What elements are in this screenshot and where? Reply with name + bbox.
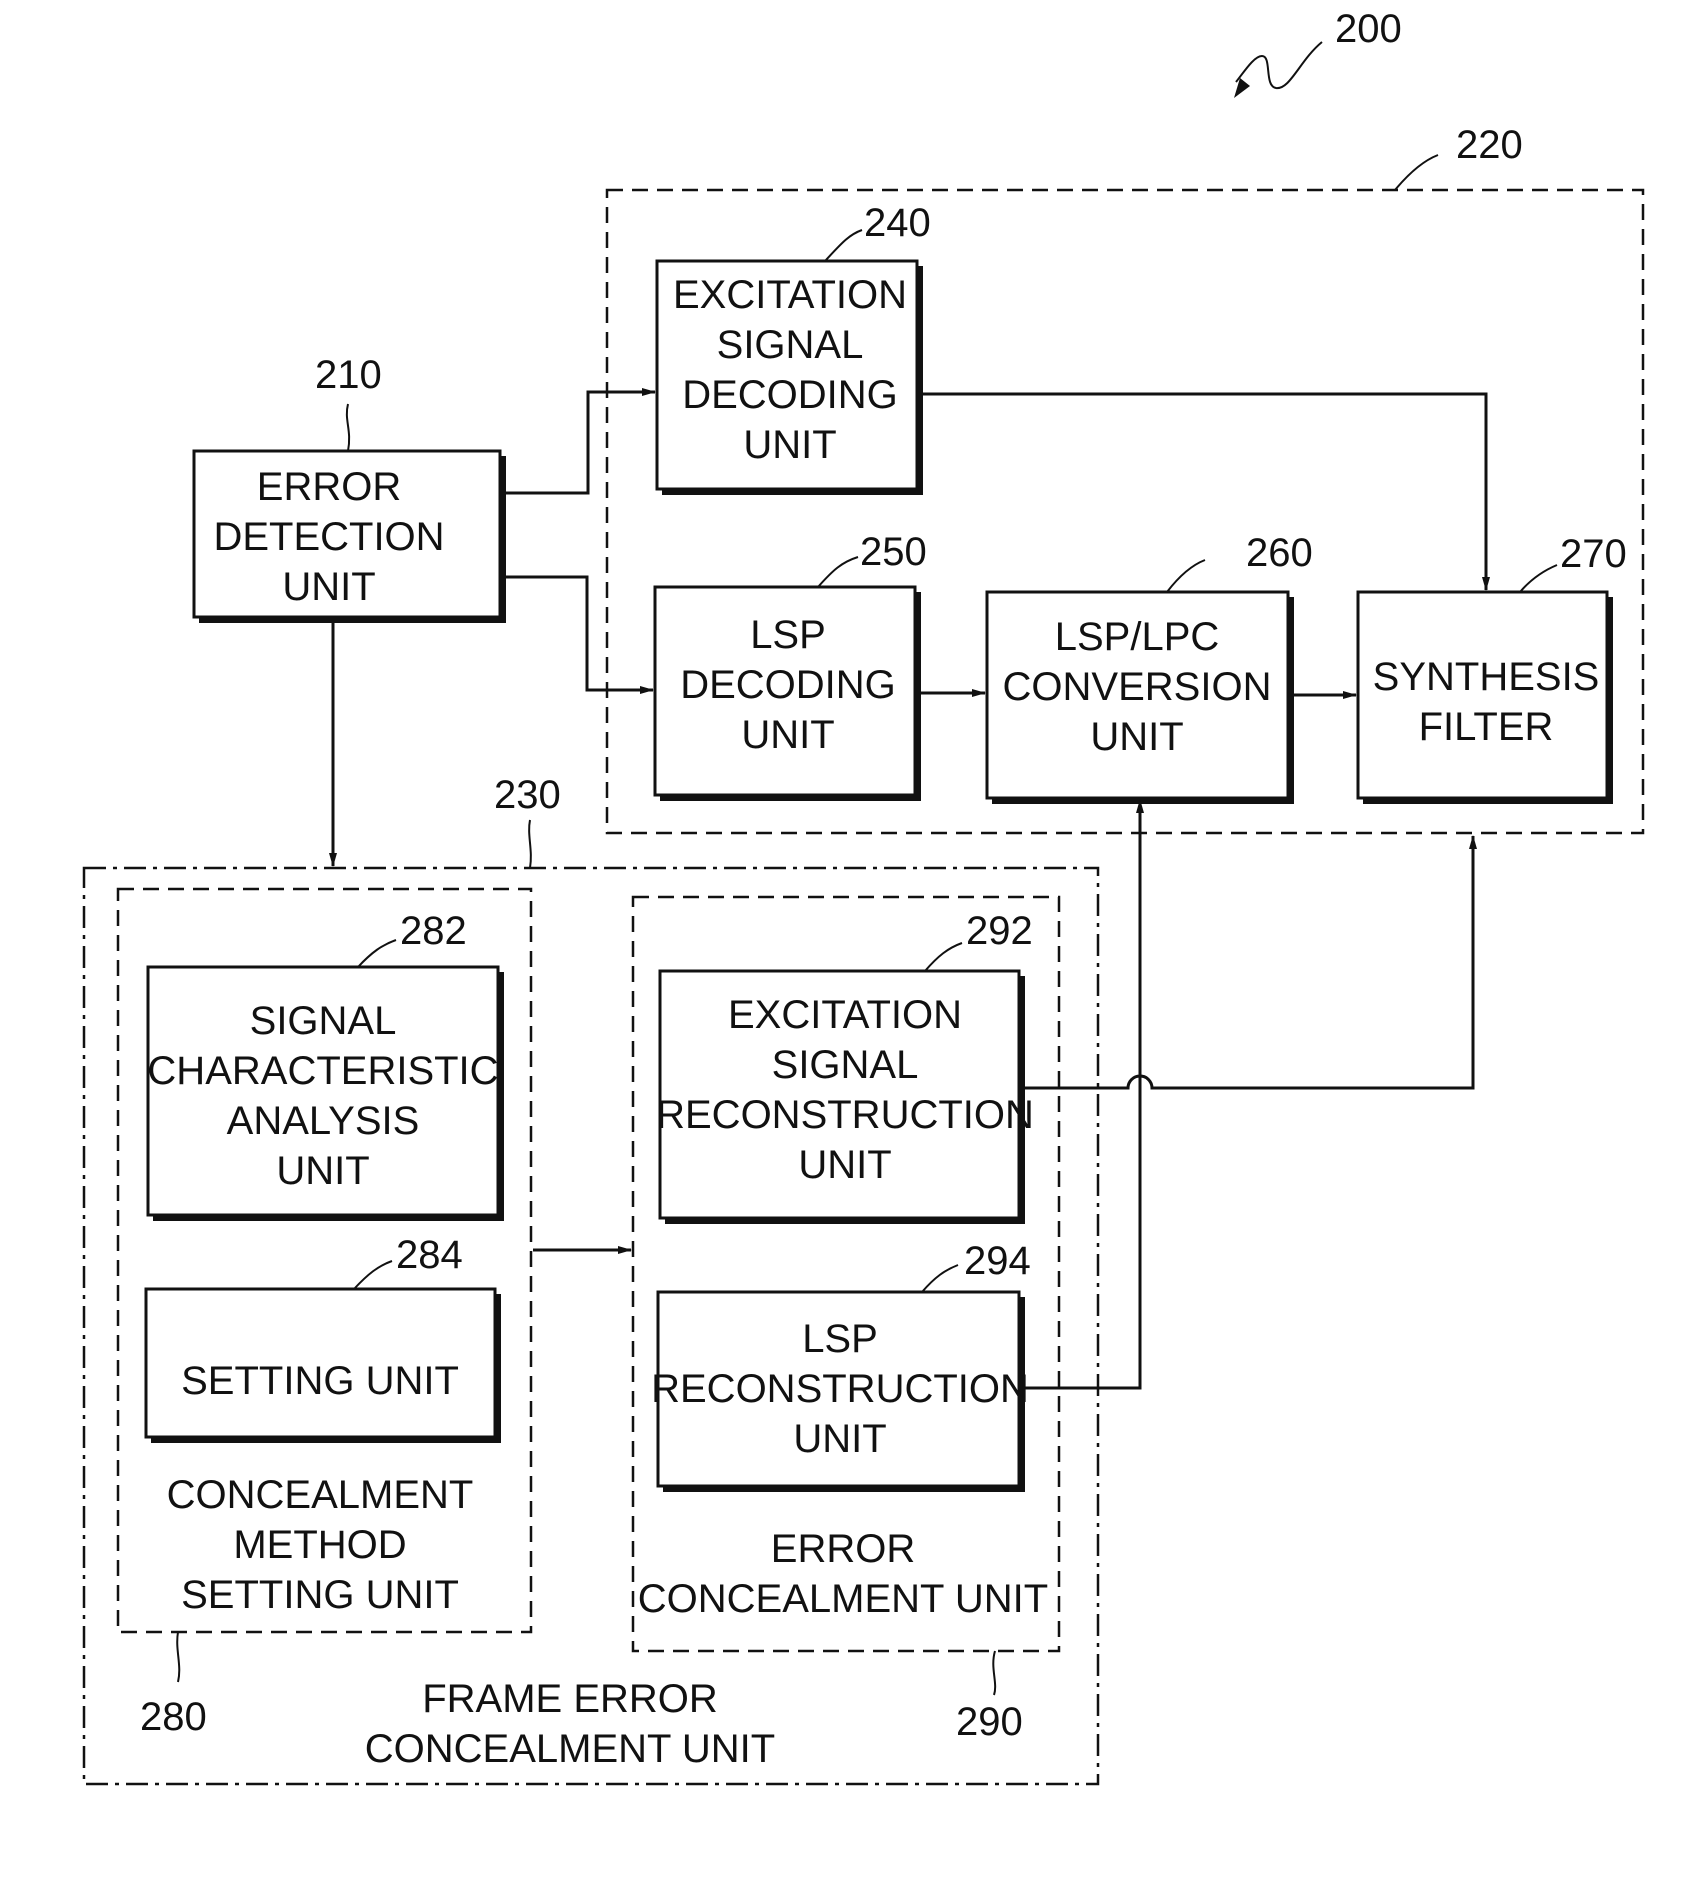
- error-detection-label-2: DETECTION: [213, 515, 444, 559]
- lsp-reconstruction-label-3: UNIT: [793, 1417, 886, 1461]
- lsp-lpc-conversion-label-1: LSP/LPC: [1055, 615, 1220, 659]
- block-error-detection-210: ERROR DETECTION UNIT 210: [192, 353, 506, 623]
- setting-label: SETTING UNIT: [181, 1359, 459, 1403]
- connector-292-to-270: [1024, 835, 1477, 1090]
- ref-260: 260: [1246, 531, 1313, 575]
- connector-294-to-260: [1024, 799, 1144, 1390]
- excitation-decoding-label-3: DECODING: [682, 373, 898, 417]
- ref-284: 284: [396, 1233, 463, 1277]
- lsp-reconstruction-label-1: LSP: [802, 1317, 878, 1361]
- ref-292: 292: [966, 909, 1033, 953]
- error-detection-label-1: ERROR: [257, 465, 401, 509]
- ref-220: 220: [1456, 123, 1523, 167]
- ref-240: 240: [864, 201, 931, 245]
- lsp-decoding-label-2: DECODING: [680, 663, 896, 707]
- lsp-lpc-conversion-label-2: CONVERSION: [1003, 665, 1272, 709]
- ref-294: 294: [964, 1239, 1031, 1283]
- ref-210: 210: [315, 353, 382, 397]
- concealment-method-label-2: METHOD: [233, 1523, 406, 1567]
- block-excitation-decoding-240: EXCITATION SIGNAL DECODING UNIT 240: [655, 201, 931, 495]
- block-diagram: 200 220 230 FRAME ERROR CONCEALMENT UNIT…: [82, 7, 1645, 1786]
- block-lsp-decoding-250: LSP DECODING UNIT 250: [653, 530, 927, 801]
- signal-characteristic-label-1: SIGNAL: [250, 999, 397, 1043]
- excitation-decoding-label-1: EXCITATION: [673, 273, 907, 317]
- block-signal-characteristic-analysis-282: SIGNAL CHARACTERISTIC ANALYSIS UNIT 282: [146, 909, 504, 1221]
- ref-280: 280: [140, 1695, 207, 1739]
- lsp-decoding-label-1: LSP: [750, 613, 826, 657]
- excitation-reconstruction-label-4: UNIT: [798, 1143, 891, 1187]
- error-detection-label-3: UNIT: [282, 565, 375, 609]
- block-lsp-lpc-conversion-260: LSP/LPC CONVERSION UNIT 260: [985, 531, 1313, 804]
- figure-ref-200: 200: [1234, 7, 1402, 98]
- concealment-method-label-1: CONCEALMENT: [167, 1473, 474, 1517]
- excitation-decoding-label-4: UNIT: [743, 423, 836, 467]
- signal-characteristic-label-3: ANALYSIS: [227, 1099, 420, 1143]
- connector-210-to-240: [503, 388, 656, 495]
- ref-282: 282: [400, 909, 467, 953]
- excitation-reconstruction-label-1: EXCITATION: [728, 993, 962, 1037]
- excitation-reconstruction-label-2: SIGNAL: [772, 1043, 919, 1087]
- error-concealment-label-2: CONCEALMENT UNIT: [638, 1577, 1048, 1621]
- lsp-decoding-label-3: UNIT: [741, 713, 834, 757]
- lsp-lpc-conversion-label-3: UNIT: [1090, 715, 1183, 759]
- frame-error-concealment-label-1: FRAME ERROR: [422, 1677, 718, 1721]
- ref-230: 230: [494, 773, 561, 817]
- block-synthesis-filter-270: SYNTHESIS FILTER 270: [1356, 532, 1627, 804]
- synthesis-filter-label-1: SYNTHESIS: [1373, 655, 1600, 699]
- signal-characteristic-label-4: UNIT: [276, 1149, 369, 1193]
- block-setting-284: SETTING UNIT 284: [144, 1233, 501, 1443]
- frame-error-concealment-label-2: CONCEALMENT UNIT: [365, 1727, 775, 1771]
- ref-270: 270: [1560, 532, 1627, 576]
- figure-ref-label: 200: [1335, 7, 1402, 51]
- block-lsp-reconstruction-294: LSP RECONSTRUCTION UNIT 294: [651, 1239, 1031, 1492]
- block-excitation-reconstruction-292: EXCITATION SIGNAL RECONSTRUCTION UNIT 29…: [656, 909, 1034, 1224]
- ref-250: 250: [860, 530, 927, 574]
- signal-characteristic-label-2: CHARACTERISTIC: [147, 1049, 498, 1093]
- connector-210-to-250: [503, 575, 654, 694]
- ref-290: 290: [956, 1700, 1023, 1744]
- concealment-method-label-3: SETTING UNIT: [181, 1573, 459, 1617]
- excitation-reconstruction-label-3: RECONSTRUCTION: [656, 1093, 1034, 1137]
- error-concealment-label-1: ERROR: [771, 1527, 915, 1571]
- synthesis-filter-label-2: FILTER: [1419, 705, 1554, 749]
- excitation-decoding-label-2: SIGNAL: [717, 323, 864, 367]
- lsp-reconstruction-label-2: RECONSTRUCTION: [651, 1367, 1029, 1411]
